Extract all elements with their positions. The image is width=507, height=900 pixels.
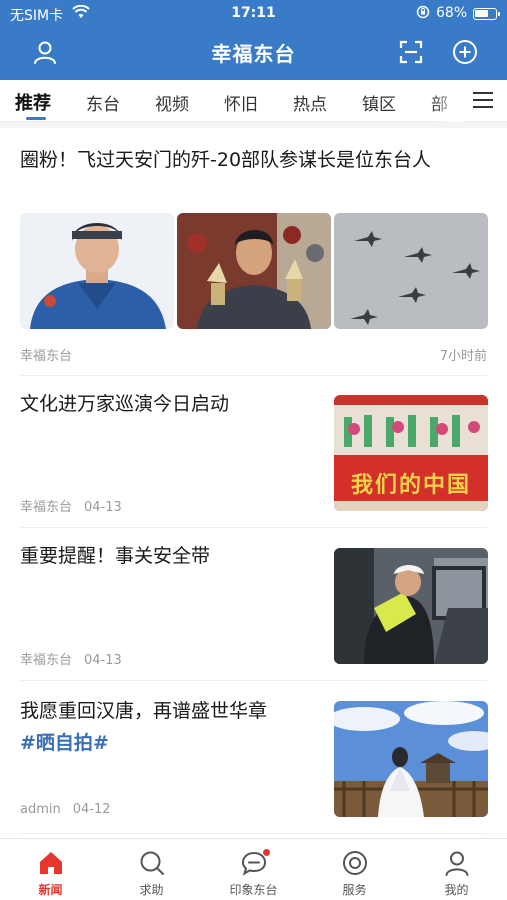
nav-mine[interactable]: 我的 (406, 839, 507, 900)
search-icon (138, 849, 166, 877)
news-image-pilot (20, 213, 174, 329)
tab-recommend[interactable]: 推荐 (15, 89, 51, 115)
rotation-lock-icon (416, 5, 430, 23)
tab-video[interactable]: 视频 (155, 90, 189, 115)
battery-percent: 68% (436, 5, 468, 21)
news-item[interactable]: 文化进万家巡演今日启动 幸福东台 04-13 我们的中国 (0, 376, 507, 528)
nav-label: 新闻 (38, 883, 63, 897)
nav-impression[interactable]: 印象东台 (203, 839, 304, 900)
news-source: 幸福东台 (20, 500, 73, 515)
news-time: 7小时前 (439, 349, 487, 364)
nav-label: 求助 (139, 883, 164, 897)
news-image-seatbelt (334, 548, 488, 664)
profile-icon (443, 849, 471, 877)
news-title: 圈粉！飞过天安门的歼-20部队参谋长是位东台人 (20, 149, 432, 171)
tab-dongtai[interactable]: 东台 (86, 90, 120, 115)
scan-icon[interactable] (397, 38, 425, 66)
menu-icon[interactable] (473, 92, 493, 110)
add-circle-icon[interactable] (451, 38, 479, 66)
news-image-jets (334, 213, 488, 329)
app-title: 幸福东台 (211, 42, 296, 66)
news-item[interactable]: 圈粉！飞过天安门的歼-20部队参谋长是位东台人 幸福东台 7小时前 (0, 128, 507, 376)
news-item[interactable]: 重要提醒！事关安全带 幸福东台 04-13 (0, 528, 507, 681)
active-tab-indicator (26, 117, 46, 120)
tab-nostalgia[interactable]: 怀旧 (224, 90, 258, 115)
category-tabs: 推荐 东台 视频 怀旧 热点 镇区 部 (0, 80, 507, 122)
news-source: 幸福东台 (20, 653, 73, 668)
nav-label: 印象东台 (229, 883, 278, 897)
nav-label: 我的 (444, 883, 469, 897)
service-icon (341, 849, 369, 877)
home-icon (37, 849, 65, 877)
tab-overflow-fade (432, 80, 462, 122)
news-image-performance: 我们的中国 (334, 395, 488, 511)
nav-label: 服务 (342, 883, 367, 897)
app-header: 无SIM卡 17:11 68% 幸福东台 (0, 0, 507, 80)
status-time: 17:11 (231, 5, 276, 21)
image-caption-text: 我们的中国 (350, 472, 471, 498)
news-title-text: 我愿重回汉唐，再谱盛世华章 (20, 700, 268, 722)
divider (20, 833, 487, 834)
nav-service[interactable]: 服务 (304, 839, 405, 900)
bottom-navigation: 新闻 求助 印象东台 服务 我的 (0, 838, 507, 900)
battery-icon (473, 8, 500, 20)
news-title: 重要提醒！事关安全带 (20, 545, 211, 567)
news-meta: 幸福东台 04-13 (20, 496, 122, 515)
nav-news[interactable]: 新闻 (0, 839, 101, 900)
news-source: 幸福东台 (20, 349, 73, 364)
news-image-hanfu (334, 701, 488, 817)
news-hashtag[interactable]: #晒自拍# (20, 732, 109, 754)
status-bar: 无SIM卡 17:11 68% (0, 0, 507, 28)
tab-hot[interactable]: 热点 (293, 90, 327, 115)
news-meta: 幸福东台 04-13 (20, 649, 122, 668)
news-item[interactable]: 我愿重回汉唐，再谱盛世华章 #晒自拍# admin 04-12 (0, 681, 507, 834)
notification-badge (263, 849, 270, 856)
news-image-award (177, 213, 331, 329)
nav-help[interactable]: 求助 (101, 839, 202, 900)
news-title: 我愿重回汉唐，再谱盛世华章 #晒自拍# (20, 695, 330, 759)
news-source: admin (20, 802, 61, 817)
news-date: 04-12 (72, 802, 111, 817)
news-date: 04-13 (84, 500, 122, 515)
news-meta: admin 04-12 (20, 802, 111, 817)
tab-towns[interactable]: 镇区 (362, 90, 396, 115)
news-title: 文化进万家巡演今日启动 (20, 393, 230, 415)
news-date: 04-13 (84, 653, 122, 668)
